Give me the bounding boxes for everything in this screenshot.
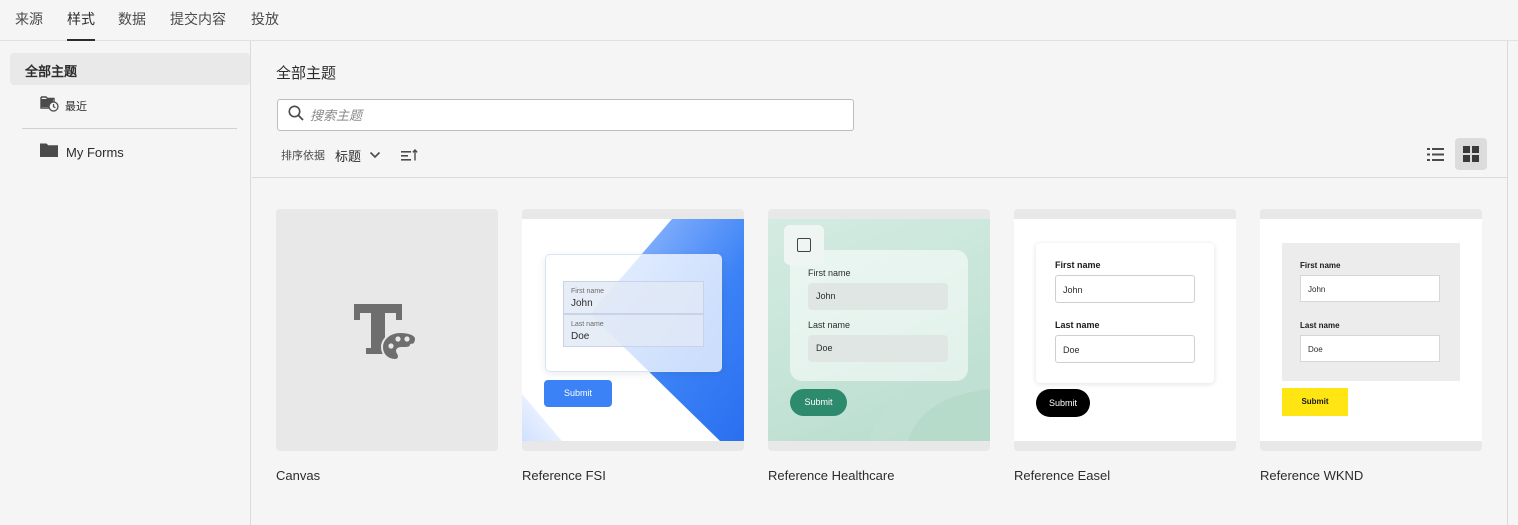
preview-form: First name John Last name Doe xyxy=(790,250,968,381)
page-title: 全部主题 xyxy=(276,65,337,82)
sort-control: 排序依据 标题 xyxy=(281,146,418,164)
preview-submit-button: Submit xyxy=(544,380,612,407)
preview-form: First name John Last name Doe xyxy=(1036,243,1214,383)
theme-card-canvas[interactable]: Canvas xyxy=(276,209,498,483)
theme-thumbnail[interactable]: First name John Last name Doe Submit xyxy=(1260,209,1482,451)
preview-field-label: Last name xyxy=(808,320,851,330)
sidebar-item-all-themes[interactable]: 全部主题 xyxy=(10,53,250,85)
preview-first-name-field: John xyxy=(808,283,948,310)
right-scroll-edge xyxy=(1507,41,1508,525)
sidebar-item-my-forms[interactable]: My Forms xyxy=(40,142,124,162)
search-icon xyxy=(288,105,304,126)
sort-order-icon[interactable] xyxy=(401,149,418,161)
theme-thumbnail[interactable]: First name John Last name Doe Submit xyxy=(522,209,744,451)
search-input[interactable] xyxy=(310,107,830,123)
sort-field-dropdown[interactable]: 标题 xyxy=(335,146,361,165)
folder-recent-icon xyxy=(40,95,59,117)
theme-card-reference-fsi[interactable]: First name John Last name Doe Submit Ref… xyxy=(522,209,744,483)
list-view-icon xyxy=(1426,147,1444,161)
theme-preview: First name John Last name Doe Submit xyxy=(1260,219,1482,441)
preview-submit-button: Submit xyxy=(790,389,847,416)
theme-card-reference-healthcare[interactable]: First name John Last name Doe Submit Ref… xyxy=(768,209,990,483)
tab-submission[interactable]: 提交内容 xyxy=(170,9,226,41)
sidebar-divider xyxy=(22,128,237,129)
tab-data[interactable]: 数据 xyxy=(118,9,146,41)
preview-first-name-field: John xyxy=(1300,275,1440,302)
tab-style[interactable]: 样式 xyxy=(67,9,95,41)
preview-submit-button: Submit xyxy=(1036,389,1090,417)
preview-field-label: Last name xyxy=(571,321,604,328)
theme-card-reference-wknd[interactable]: First name John Last name Doe Submit Ref… xyxy=(1260,209,1482,483)
toolbar-divider xyxy=(252,177,1507,178)
sidebar-item-label: My Forms xyxy=(66,144,124,160)
theme-thumbnail[interactable] xyxy=(276,209,498,451)
preview-last-name-field: Doe xyxy=(1300,335,1440,362)
sidebar-item-recent[interactable]: 最近 xyxy=(40,96,87,116)
theme-card-title: Reference Easel xyxy=(1014,468,1111,483)
tab-delivery[interactable]: 投放 xyxy=(251,9,279,41)
theme-sidebar: 全部主题 最近 My Forms xyxy=(0,41,251,525)
chevron-down-icon[interactable] xyxy=(369,151,381,159)
preview-field-label: First name xyxy=(571,288,605,295)
sidebar-item-label: 最近 xyxy=(65,101,87,113)
search-box xyxy=(277,99,854,131)
preview-last-name-field: Last name Doe xyxy=(563,314,704,347)
preview-field-label: Last name xyxy=(1055,320,1100,330)
preview-last-name-field: Doe xyxy=(808,335,948,362)
preview-field-label: First name xyxy=(1300,261,1341,270)
theme-thumbnail[interactable]: First name John Last name Doe Submit xyxy=(1014,209,1236,451)
grid-view-icon xyxy=(1463,146,1479,162)
folder-icon xyxy=(40,142,58,162)
preview-field-value: Doe xyxy=(571,331,590,342)
theme-preview: First name John Last name Doe Submit xyxy=(522,219,744,441)
top-tab-bar: 来源 样式 数据 提交内容 投放 xyxy=(0,0,1518,41)
theme-thumbnail[interactable]: First name John Last name Doe Submit xyxy=(768,209,990,451)
preview-last-name-field: Doe xyxy=(1055,335,1195,363)
preview-submit-button: Submit xyxy=(1282,388,1348,416)
checkbox-icon xyxy=(797,238,811,252)
grid-view-button[interactable] xyxy=(1455,138,1487,170)
theme-card-title: Reference Healthcare xyxy=(768,468,895,483)
preview-form: First name John Last name Doe xyxy=(545,254,722,372)
preview-field-value: John xyxy=(571,298,593,309)
preview-field-label: First name xyxy=(1055,260,1101,270)
theme-card-reference-easel[interactable]: First name John Last name Doe Submit Ref… xyxy=(1014,209,1236,483)
select-card-checkbox[interactable] xyxy=(784,225,824,265)
preview-first-name-field: First name John xyxy=(563,281,704,314)
preview-first-name-field: John xyxy=(1055,275,1195,303)
theme-card-title: Reference WKND xyxy=(1260,468,1364,483)
themes-main-panel: 全部主题 排序依据 标题 xyxy=(252,41,1507,525)
theme-card-title: Canvas xyxy=(276,468,321,483)
theme-card-title: Reference FSI xyxy=(522,468,606,483)
tab-source[interactable]: 来源 xyxy=(15,9,43,41)
sort-label: 排序依据 xyxy=(281,150,325,162)
theme-preview: First name John Last name Doe Submit xyxy=(768,219,990,441)
theme-preview: First name John Last name Doe Submit xyxy=(1014,219,1236,441)
theme-palette-icon xyxy=(354,304,418,362)
preview-field-label: First name xyxy=(808,268,851,278)
preview-form: First name John Last name Doe xyxy=(1282,243,1460,381)
preview-field-label: Last name xyxy=(1300,321,1340,330)
list-view-button[interactable] xyxy=(1419,138,1451,170)
